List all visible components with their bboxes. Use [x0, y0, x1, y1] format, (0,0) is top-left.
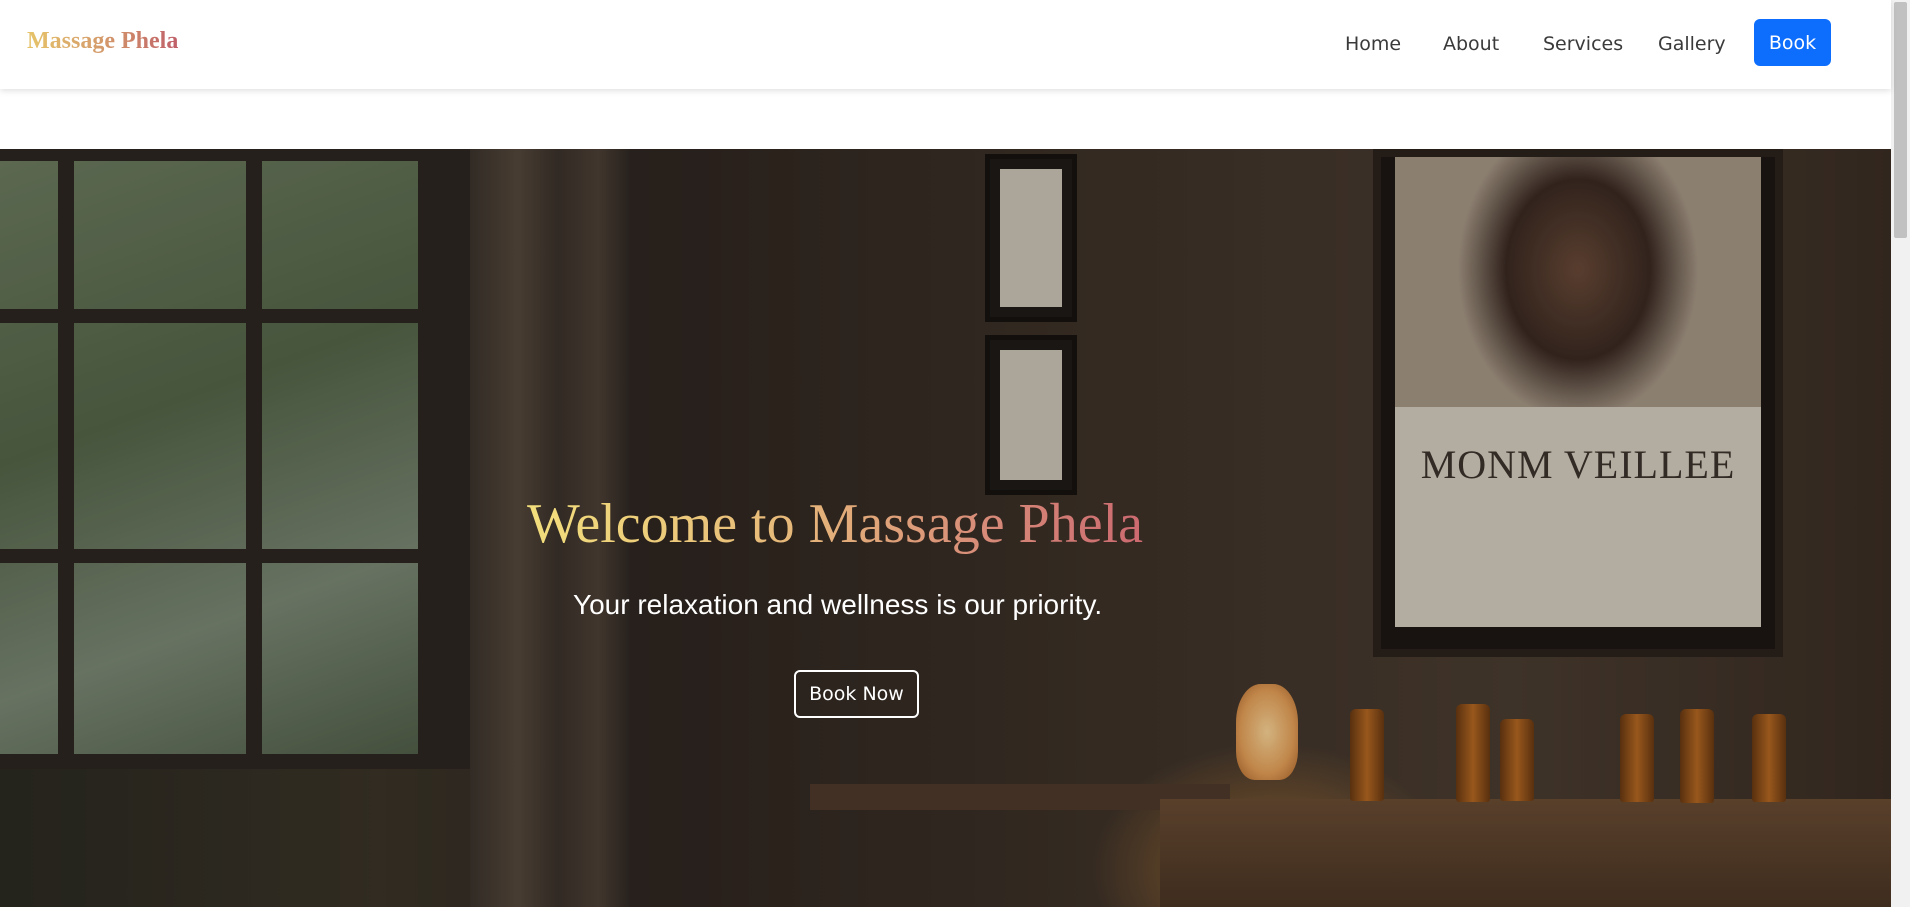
nav-links: Home About Services Gallery Book [0, 0, 1891, 89]
hero-section: MONM VEILLEE Welcome to Massage Phela Yo… [0, 149, 1891, 907]
nav-link-about[interactable]: About [1443, 33, 1499, 55]
nav-link-gallery[interactable]: Gallery [1658, 33, 1726, 55]
hero-title: Welcome to Massage Phela [527, 491, 1187, 558]
nav-link-home[interactable]: Home [1345, 33, 1401, 55]
top-navbar: Massage Phela Home About Services Galler… [0, 0, 1891, 89]
book-now-button[interactable]: Book Now [794, 670, 919, 718]
nav-link-services[interactable]: Services [1543, 33, 1623, 55]
book-button[interactable]: Book [1754, 19, 1831, 66]
hero-subtitle: Your relaxation and wellness is our prio… [573, 589, 1103, 620]
scrollbar-thumb[interactable] [1894, 2, 1907, 238]
page-scrollbar[interactable] [1891, 0, 1910, 907]
